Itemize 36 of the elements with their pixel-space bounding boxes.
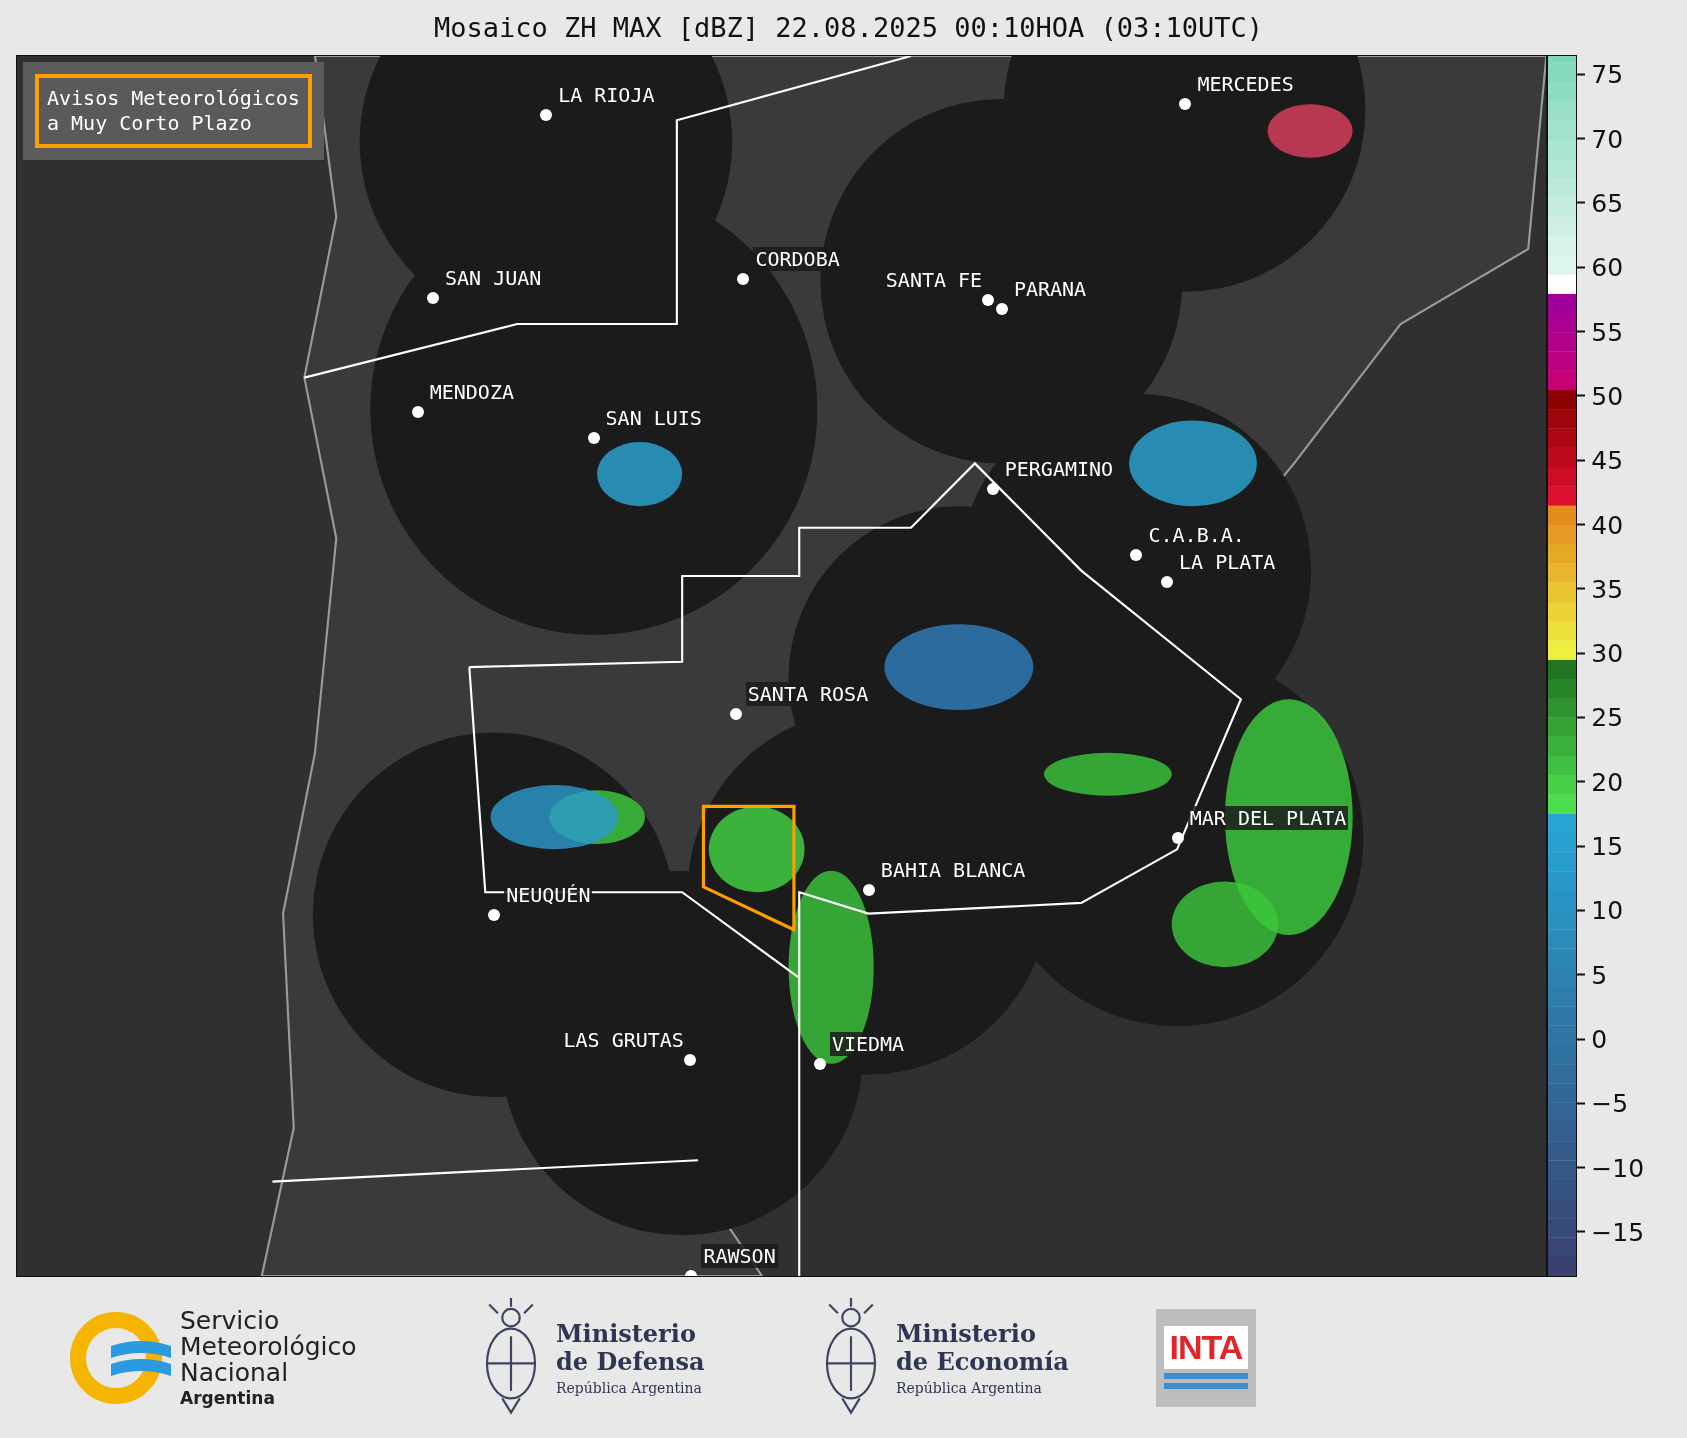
city-label: NEUQUÉN [504, 882, 593, 907]
scale-tick-label: 0 [1591, 1024, 1608, 1054]
scale-tick-label: −5 [1591, 1088, 1629, 1118]
scale-tick-label: 30 [1591, 638, 1624, 668]
scale-tick-label: 5 [1591, 960, 1608, 990]
scale-tick-label: 15 [1591, 831, 1624, 861]
scale-tick-label: 25 [1591, 702, 1624, 732]
scale-tick-label: 70 [1591, 124, 1624, 154]
city-label: CORDOBA [753, 247, 842, 272]
scale-tick-label: 50 [1591, 381, 1624, 411]
warning-button[interactable]: Avisos Meteorológicos a Muy Corto Plazo [35, 74, 312, 148]
scale-tick-label: −10 [1591, 1153, 1645, 1183]
logo-subtitle: República Argentina [556, 1379, 703, 1396]
scale-tick-label: 45 [1591, 445, 1624, 475]
scale-tick-label: 35 [1591, 574, 1624, 604]
logo-subtitle: República Argentina [896, 1379, 1043, 1396]
scale-tick-label: 55 [1591, 317, 1624, 347]
logo-text: Ministerio [896, 1319, 1037, 1348]
city-label: SANTA ROSA [745, 681, 871, 706]
scale-tick-label: 65 [1591, 188, 1624, 218]
scale-tick-label: 20 [1591, 767, 1624, 797]
city-label: RAWSON [701, 1244, 778, 1268]
logo-text: Ministerio [556, 1319, 697, 1348]
logo-text: de Economía [896, 1347, 1069, 1376]
logo-text: Nacional [180, 1359, 289, 1386]
scale-tick-label: 60 [1591, 252, 1624, 282]
logo-subtitle: Argentina [180, 1387, 276, 1408]
scale-tick-label: 40 [1591, 510, 1624, 539]
chart-title: Mosaico ZH MAX [dBZ] 22.08.2025 00:10HOA (03:10UTC) [433, 11, 1263, 45]
logo-text: de Defensa [556, 1347, 705, 1376]
logo-text: Meteorológico [180, 1333, 357, 1360]
scale-tick-label: 75 [1591, 59, 1624, 89]
scale-tick-label: −15 [1591, 1217, 1645, 1247]
city-label: MAR DEL PLATA [1187, 806, 1349, 830]
logo-text: Servicio [180, 1307, 280, 1334]
scale-tick-label: 10 [1591, 895, 1624, 925]
